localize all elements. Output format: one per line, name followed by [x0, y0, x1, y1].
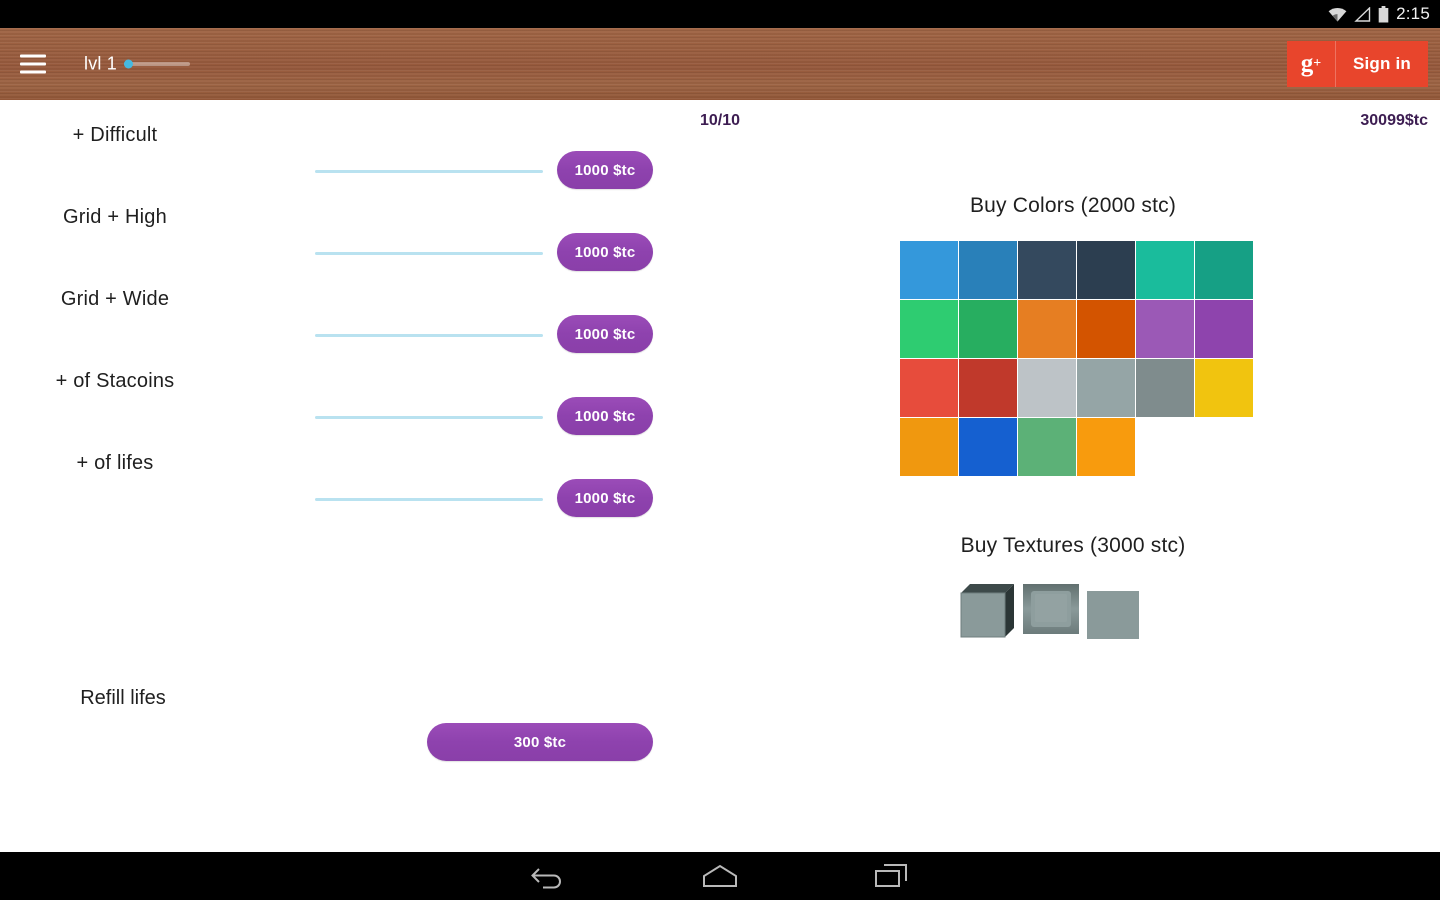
android-status-bar: 2:15	[0, 0, 1440, 28]
color-swatch[interactable]	[1136, 241, 1194, 299]
google-plus-letter: g	[1300, 50, 1314, 77]
beveled-texture[interactable]	[1023, 584, 1079, 639]
color-swatch[interactable]	[900, 359, 958, 417]
upgrade-row: Grid + Wide 1000 $tc	[0, 276, 700, 358]
color-swatch[interactable]	[1077, 300, 1135, 358]
color-swatch[interactable]	[959, 300, 1017, 358]
battery-icon	[1378, 5, 1389, 22]
signal-icon	[1354, 6, 1371, 22]
color-swatch[interactable]	[1018, 359, 1076, 417]
color-swatch[interactable]	[1195, 300, 1253, 358]
color-swatch[interactable]	[900, 300, 958, 358]
upgrade-row: Grid + High 1000 $tc	[0, 194, 700, 276]
shop-panel: Buy Colors (2000 stc) Buy Textures (3000…	[760, 100, 1440, 852]
color-swatch[interactable]	[1018, 300, 1076, 358]
color-swatch[interactable]	[1018, 241, 1076, 299]
color-swatch-grid	[900, 241, 1253, 476]
color-swatch[interactable]	[959, 418, 1017, 476]
app-screen: 2:15 lvl 1 g + Sign in 10/10 30099$tc + D…	[0, 0, 1440, 900]
color-swatch[interactable]	[1077, 418, 1135, 476]
upgrade-row: + of Stacoins 1000 $tc	[0, 358, 700, 440]
main-content: 10/10 30099$tc + Difficult 1000 $tc Grid +…	[0, 100, 1440, 852]
google-plus-sign: +	[1313, 56, 1322, 71]
home-icon[interactable]	[684, 852, 756, 900]
upgrade-slider-track[interactable]	[315, 498, 543, 501]
upgrade-label: Grid + Wide	[60, 288, 170, 310]
color-swatch[interactable]	[1136, 300, 1194, 358]
upgrade-label: + Difficult	[72, 124, 158, 146]
color-swatch[interactable]	[900, 418, 958, 476]
upgrade-slider-track[interactable]	[315, 170, 543, 173]
upgrade-buy-button[interactable]: 1000 $tc	[557, 151, 653, 189]
color-swatch[interactable]	[1018, 418, 1076, 476]
google-plus-icon: g +	[1287, 41, 1336, 87]
cube-3d-texture[interactable]	[957, 581, 1015, 639]
upgrade-label: + of Stacoins	[55, 370, 175, 392]
refill-lifes-label: Refill lifes	[80, 687, 166, 709]
android-nav-bar	[0, 852, 1440, 900]
google-sign-in-button[interactable]: g + Sign in	[1286, 41, 1428, 87]
level-progress-thumb	[124, 59, 133, 69]
recent-apps-icon[interactable]	[856, 852, 928, 900]
upgrade-buy-button[interactable]: 1000 $tc	[557, 397, 653, 435]
color-swatch[interactable]	[1195, 359, 1253, 417]
upgrade-buy-button[interactable]: 1000 $tc	[557, 315, 653, 353]
color-swatch[interactable]	[1077, 359, 1135, 417]
upgrade-buy-button[interactable]: 1000 $tc	[557, 233, 653, 271]
upgrade-slider-track[interactable]	[315, 334, 543, 337]
color-swatch[interactable]	[900, 241, 958, 299]
color-swatch[interactable]	[1136, 359, 1194, 417]
upgrades-panel: + Difficult 1000 $tc Grid + High 1000 $tc Gr…	[0, 100, 700, 852]
upgrade-row: + Difficult 1000 $tc	[0, 112, 700, 194]
upgrade-buy-button[interactable]: 1000 $tc	[557, 479, 653, 517]
back-icon[interactable]	[512, 852, 584, 900]
flat-texture[interactable]	[1087, 591, 1139, 639]
buy-textures-title: Buy Textures (3000 stc)	[960, 534, 1186, 557]
upgrade-label: Grid + High	[63, 206, 167, 228]
upgrade-label: + of lifes	[76, 452, 154, 474]
color-swatch[interactable]	[1195, 241, 1253, 299]
color-swatch[interactable]	[1077, 241, 1135, 299]
level-progress-bar	[124, 59, 190, 69]
buy-colors-title: Buy Colors (2000 stc)	[969, 194, 1177, 217]
status-bar-clock: 2:15	[1396, 4, 1430, 23]
hamburger-menu-icon[interactable]	[20, 54, 46, 74]
refill-lifes-button[interactable]: 300 $tc	[427, 723, 653, 761]
upgrade-slider-track[interactable]	[315, 252, 543, 255]
texture-row	[957, 581, 1139, 639]
color-swatch[interactable]	[959, 241, 1017, 299]
sign-in-label: Sign in	[1352, 54, 1411, 73]
level-label: lvl 1	[84, 53, 118, 74]
color-swatch[interactable]	[959, 359, 1017, 417]
upgrade-slider-track[interactable]	[315, 416, 543, 419]
wifi-icon	[1328, 7, 1347, 21]
app-bar: lvl 1 g + Sign in	[0, 28, 1440, 100]
upgrade-row: + of lifes 1000 $tc	[0, 440, 700, 522]
